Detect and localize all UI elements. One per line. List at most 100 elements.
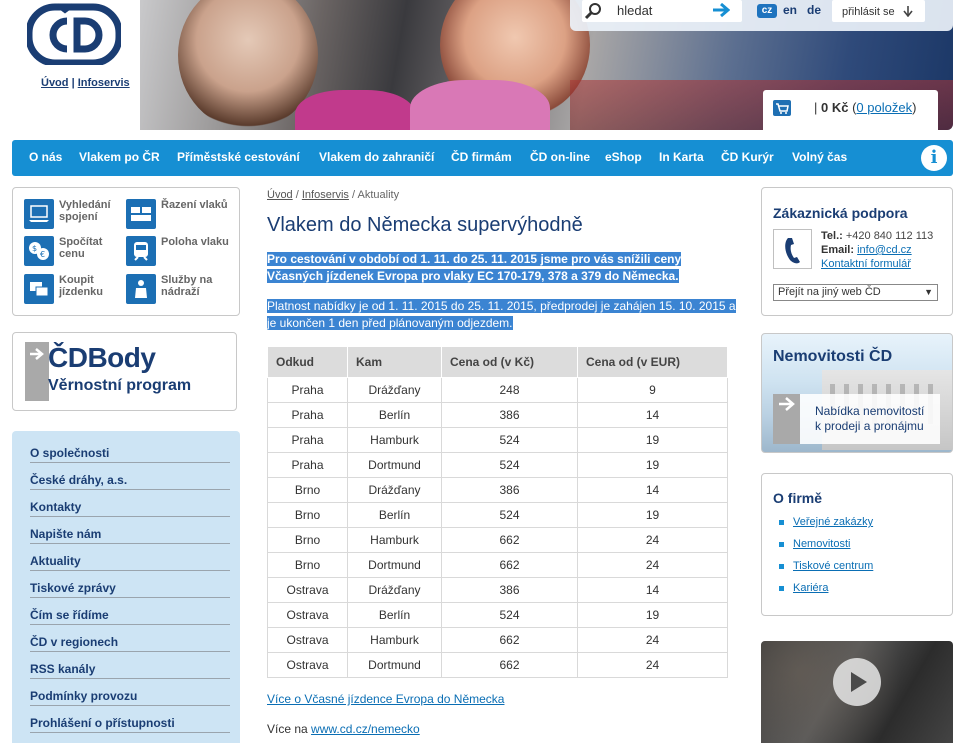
table-row: Ostrava Hamburk 662 24 (267, 627, 728, 653)
intro-text: Pro cestování v období od 1. 11. do 25. … (267, 252, 682, 283)
table-row: Praha Berlín 386 14 (267, 402, 728, 428)
quick-link-koupit[interactable]: Koupit jízdenku (24, 274, 124, 314)
tel-number: +420 840 112 113 (845, 230, 934, 242)
table-cell: Dortmund (347, 552, 442, 578)
table-cell: 524 (441, 452, 578, 478)
table-cell: Berlín (347, 402, 442, 428)
nav-item-online[interactable]: ČD on-line (530, 150, 590, 164)
quick-link-spocitat[interactable]: $ € Spočítat cenu (24, 236, 124, 276)
table-cell: Berlín (347, 602, 442, 628)
table-cell: 19 (577, 427, 728, 453)
breadcrumb-home[interactable]: Úvod (267, 189, 293, 201)
cart-amount: 0 Kč (821, 100, 849, 115)
nav-item-eshop[interactable]: eShop (605, 150, 642, 164)
table-cell: Praha (267, 377, 348, 403)
left-menu-item[interactable]: Kontakty (30, 490, 230, 517)
nav-item-firmam[interactable]: ČD firmám (451, 150, 512, 164)
nav-item-zahranici[interactable]: Vlakem do zahraničí (319, 150, 434, 164)
cart-summary: | 0 Kč (0 položek) (814, 100, 917, 115)
table-cell: Berlín (347, 502, 442, 528)
quick-link-label: Služby na nádraží (161, 274, 213, 298)
quick-link-sluzby[interactable]: Služby na nádraží (126, 274, 226, 314)
info-icon[interactable]: i (921, 145, 947, 171)
firm-link-tiskove[interactable]: Tiskové centrum (779, 560, 873, 572)
phone-icon (773, 229, 812, 269)
table-cell: Ostrava (267, 602, 348, 628)
lang-de[interactable]: de (807, 3, 821, 17)
table-row: Praha Dortmund 524 19 (267, 452, 728, 478)
lang-en[interactable]: en (783, 3, 797, 17)
column-header: Kam (347, 346, 442, 378)
table-cell: 662 (441, 627, 578, 653)
quick-link-vyhledani[interactable]: Vyhledání spojení (24, 199, 124, 239)
table-cell: 19 (577, 452, 728, 478)
table-cell: 24 (577, 627, 728, 653)
cart-count-link[interactable]: 0 položek (856, 100, 912, 115)
table-cell: 524 (441, 602, 578, 628)
login-label: přihlásit se (842, 6, 895, 18)
table-cell: 386 (441, 402, 578, 428)
home-link[interactable]: Úvod (41, 77, 69, 89)
quick-link-label: Řazení vlaků (161, 199, 228, 211)
left-menu-item[interactable]: ČD v regionech (30, 625, 230, 652)
quick-link-poloha[interactable]: Poloha vlaku (126, 236, 229, 276)
quick-links-panel: Vyhledání spojení Řazení vlaků $ € Spočít… (12, 187, 240, 316)
search-input[interactable] (617, 2, 707, 18)
nav-item-primestske[interactable]: Příměstské cestování (177, 150, 300, 164)
cart-icon[interactable] (773, 100, 791, 116)
table-cell: Drážďany (347, 577, 442, 603)
left-menu: O společnosti České dráhy, a.s. Kontakty… (12, 431, 240, 743)
other-web-select[interactable]: Přejít na jiný web ČD ▼ (773, 284, 938, 301)
banner-title: ČDBody (48, 342, 156, 373)
left-menu-item[interactable]: RSS kanály (30, 652, 230, 679)
table-cell: 24 (577, 652, 728, 678)
nav-item-kuryr[interactable]: ČD Kurýr (721, 150, 774, 164)
left-menu-item[interactable]: Podmínky provozu (30, 679, 230, 706)
chevron-down-icon: ▼ (924, 287, 933, 297)
more-url-link[interactable]: www.cd.cz/nemecko (311, 722, 420, 736)
left-menu-item[interactable]: Prohlášení o přístupnosti (30, 706, 230, 733)
breadcrumb-current: Aktuality (357, 189, 400, 201)
nemovitosti-text: Nabídka nemovitostí k prodeji a pronájmu (815, 404, 924, 434)
infoservis-link[interactable]: Infoservis (78, 77, 130, 89)
table-cell: 662 (441, 652, 578, 678)
nav-item-volny-cas[interactable]: Volný čas (792, 150, 847, 164)
left-menu-item[interactable]: Napište nám (30, 517, 230, 544)
left-menu-item[interactable]: Aktuality (30, 544, 230, 571)
breadcrumb-section[interactable]: Infoservis (302, 189, 349, 201)
site-header: Úvod | Infoservis cz en de přihlásit se … (0, 0, 964, 132)
table-cell: 14 (577, 577, 728, 603)
firm-link-zakazky[interactable]: Veřejné zakázky (779, 516, 873, 528)
left-menu-item[interactable]: O společnosti (30, 436, 230, 463)
table-cell: 9 (577, 377, 728, 403)
svg-text:$: $ (32, 244, 37, 253)
cd-body-banner[interactable]: ČDBody Věrnostní program (12, 332, 237, 411)
nav-item-vlakem-po-cr[interactable]: Vlakem po ČR (79, 150, 160, 164)
nav-item-o-nas[interactable]: O nás (29, 150, 62, 164)
cd-logo[interactable] (27, 3, 121, 65)
arrow-down-icon (903, 6, 913, 17)
table-cell: 24 (577, 527, 728, 553)
arrow-right-icon[interactable] (712, 3, 730, 17)
laptop-icon (24, 199, 54, 229)
table-cell: Ostrava (267, 627, 348, 653)
left-menu-item[interactable]: Čím se řídíme (30, 598, 230, 625)
table-cell: Drážďany (347, 377, 442, 403)
firm-link-nemovitosti[interactable]: Nemovitosti (779, 538, 850, 550)
nav-item-inkarta[interactable]: In Karta (659, 150, 704, 164)
left-menu-item[interactable]: Tiskové zprávy (30, 571, 230, 598)
more-info-link[interactable]: Více o Včasné jízdence Evropa do Německa (267, 692, 504, 706)
quick-link-razeni[interactable]: Řazení vlaků (126, 199, 228, 239)
lang-cz[interactable]: cz (757, 4, 777, 18)
email-link[interactable]: info@cd.cz (857, 244, 912, 256)
table-row: Brno Berlín 524 19 (267, 502, 728, 528)
breadcrumb: Úvod / Infoservis / Aktuality (267, 189, 400, 201)
left-menu-item[interactable]: České dráhy, a.s. (30, 463, 230, 490)
table-cell: 19 (577, 602, 728, 628)
search-icon[interactable] (584, 2, 604, 20)
play-icon[interactable] (833, 658, 881, 706)
contact-form-link[interactable]: Kontaktní formulář (821, 258, 911, 270)
firm-link-kariera[interactable]: Kariéra (779, 582, 828, 594)
page-title: Vlakem do Německa supervýhodně (267, 214, 583, 236)
support-title: Zákaznická podpora (773, 205, 908, 221)
